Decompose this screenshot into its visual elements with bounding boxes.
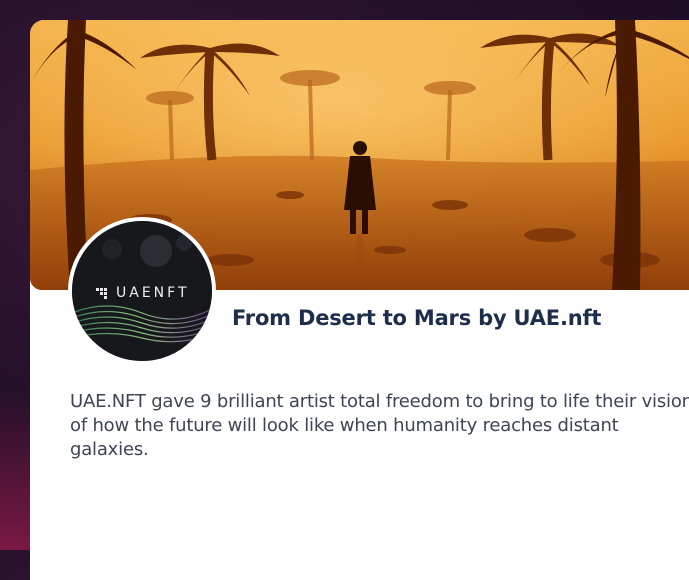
collection-avatar[interactable]: UAENFT (68, 217, 216, 365)
collection-description: UAE.NFT gave 9 brilliant artist total fr… (70, 391, 689, 460)
collection-title[interactable]: From Desert to Mars by UAE.nft (232, 306, 601, 330)
collection-card[interactable]: UAENFT From Desert to Mars by UAE.nft UA… (30, 20, 689, 580)
uaenft-logo-mark-icon (96, 288, 110, 299)
uaenft-logo: UAENFT (96, 283, 212, 303)
uaenft-logo-text: UAENFT (116, 285, 190, 301)
